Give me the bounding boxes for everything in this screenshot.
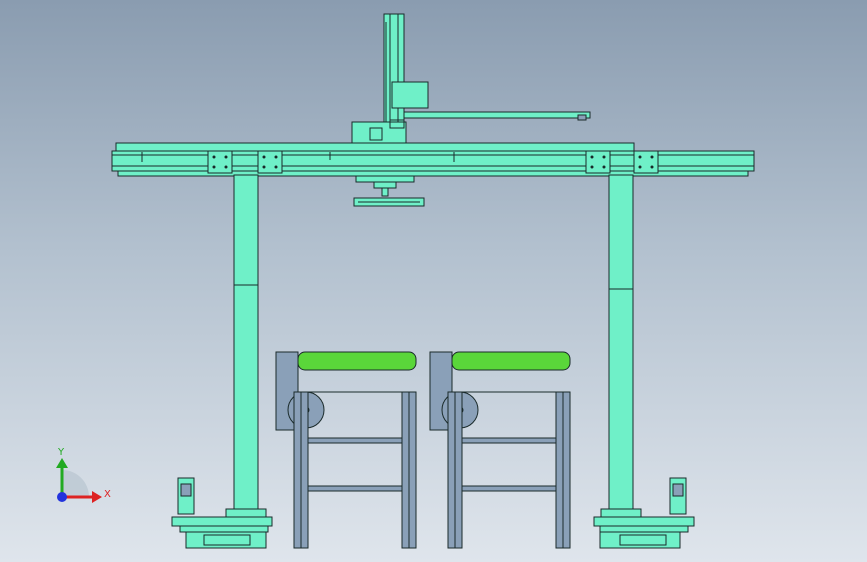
right-column: [593, 174, 695, 549]
cad-viewport[interactable]: Y X: [0, 0, 867, 562]
z-axis-column: [351, 13, 591, 145]
right-roller-stand: [429, 351, 571, 549]
y-axis-label: Y: [57, 447, 65, 458]
left-roller-stand: [275, 351, 417, 549]
gantry-assembly-drawing: Y X: [56, 13, 755, 549]
x-axis-label: X: [104, 489, 111, 500]
gripper: [353, 175, 425, 207]
left-column: [171, 174, 273, 549]
top-beam: [111, 142, 755, 177]
coordinate-triad[interactable]: Y X: [56, 447, 111, 503]
